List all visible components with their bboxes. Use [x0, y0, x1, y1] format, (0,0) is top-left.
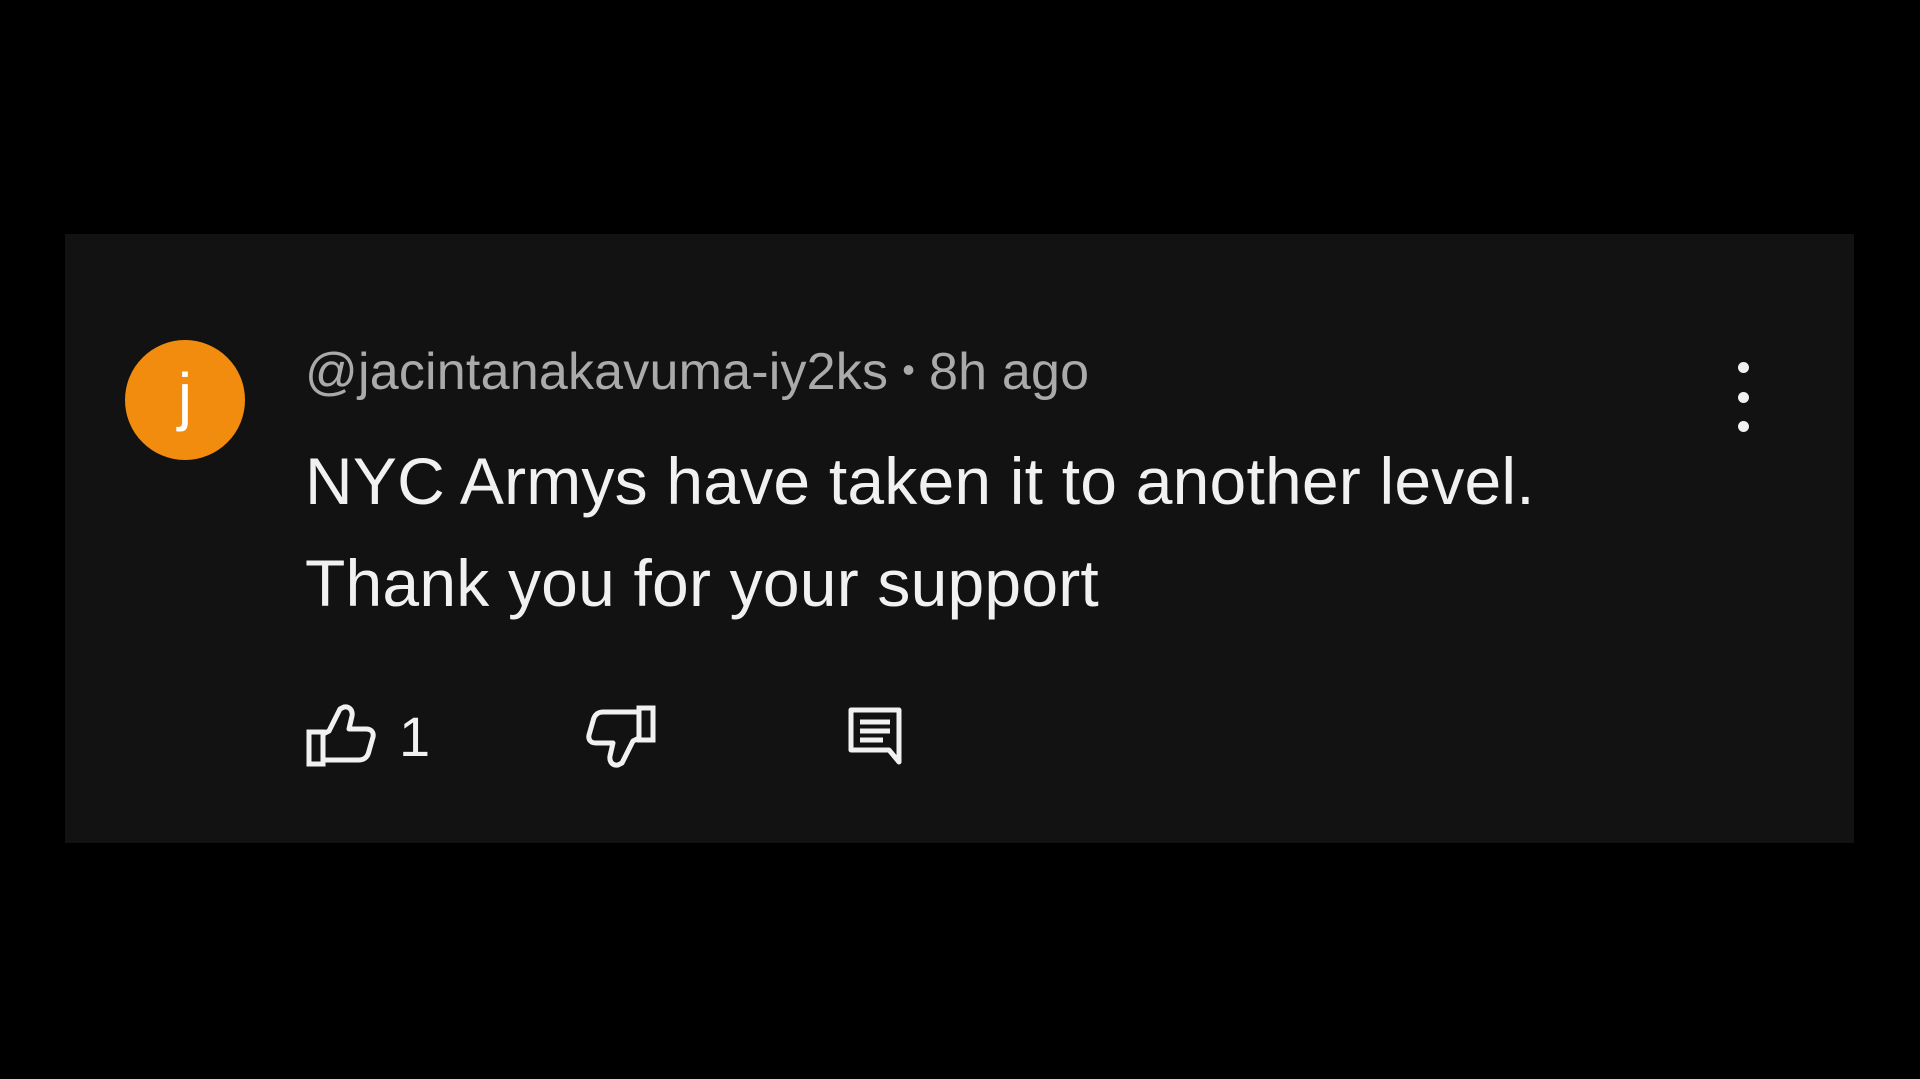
more-dot	[1737, 362, 1749, 373]
avatar-letter: j	[177, 360, 193, 432]
comment-line: NYC Armys have taken it to another level…	[305, 444, 1535, 518]
like-button[interactable]: 1	[305, 696, 430, 776]
comment-actions: 1	[305, 696, 1005, 776]
comment-text: NYC Armys have taken it to another level…	[305, 430, 1535, 634]
author-name[interactable]: @jacintanakavuma-iy2ks	[305, 342, 888, 402]
more-dot	[1737, 391, 1749, 403]
reply-comment-icon	[845, 704, 905, 768]
comment-time: 8h ago	[929, 343, 1090, 401]
comment-header: @jacintanakavuma-iy2ks • 8h ago	[305, 342, 1089, 402]
comment-card: j @jacintanakavuma-iy2ks • 8h ago NYC Ar…	[65, 234, 1854, 843]
comment-line: Thank you for your support	[305, 546, 1099, 620]
avatar[interactable]: j	[125, 340, 245, 460]
like-count: 1	[399, 704, 431, 768]
thumbs-up-icon	[305, 704, 377, 768]
more-vertical-icon[interactable]	[1723, 362, 1763, 432]
separator-dot: •	[902, 349, 916, 390]
reply-button[interactable]	[845, 696, 905, 776]
thumbs-down-icon	[585, 704, 657, 768]
dislike-button[interactable]	[585, 696, 657, 776]
more-dot	[1737, 421, 1749, 432]
